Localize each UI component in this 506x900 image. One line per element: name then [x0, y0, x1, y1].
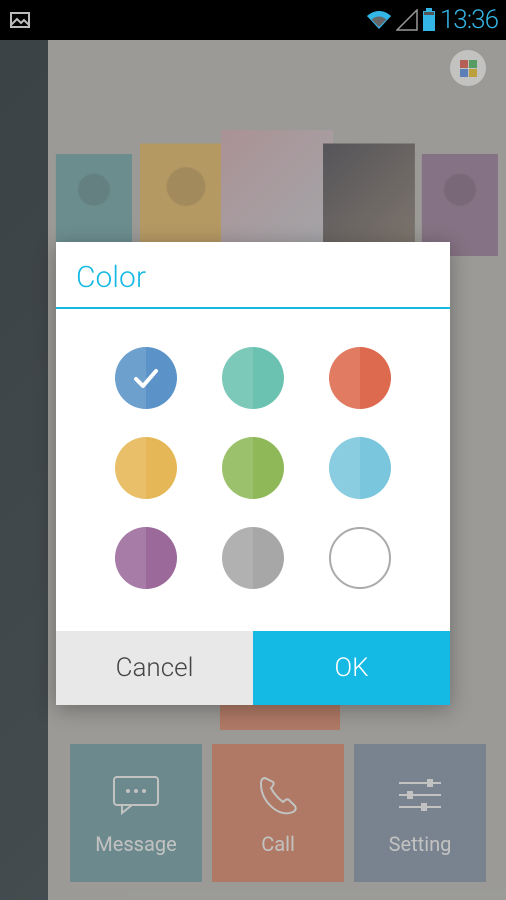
ok-button[interactable]: OK	[253, 631, 450, 705]
color-swatch-4[interactable]	[222, 437, 284, 499]
signal-icon	[396, 9, 418, 31]
checkmark-icon	[115, 347, 177, 409]
color-swatch-5[interactable]	[329, 437, 391, 499]
dialog-button-row: Cancel OK	[56, 631, 450, 705]
color-swatch-7[interactable]	[222, 527, 284, 589]
color-swatch-0[interactable]	[115, 347, 177, 409]
color-dialog: Color Cancel OK	[56, 242, 450, 705]
wifi-icon	[366, 9, 392, 31]
color-swatch-6[interactable]	[115, 527, 177, 589]
dialog-title: Color	[56, 242, 450, 309]
picture-icon	[8, 8, 32, 32]
clock: 13:36	[440, 5, 498, 35]
status-bar: 13:36	[0, 0, 506, 40]
color-swatch-2[interactable]	[329, 347, 391, 409]
color-swatch-3[interactable]	[115, 437, 177, 499]
color-swatch-1[interactable]	[222, 347, 284, 409]
battery-icon	[422, 8, 436, 32]
cancel-button[interactable]: Cancel	[56, 631, 253, 705]
color-swatch-grid	[56, 309, 450, 631]
color-swatch-8[interactable]	[329, 527, 391, 589]
